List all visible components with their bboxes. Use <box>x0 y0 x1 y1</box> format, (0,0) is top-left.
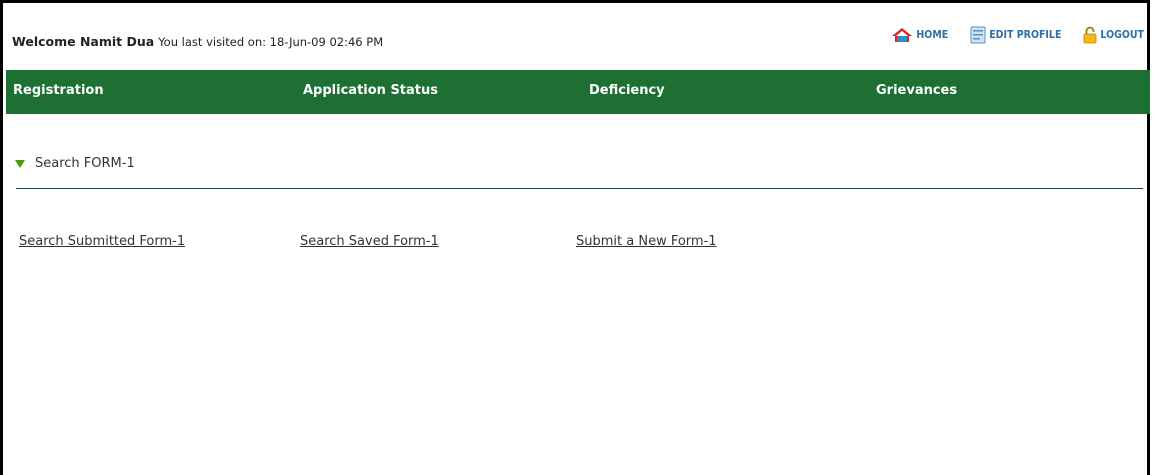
profile-card-icon <box>970 26 986 44</box>
nav-item-grievances[interactable]: Grievances <box>876 83 957 98</box>
welcome-message: Welcome Namit Dua You last visited on: 1… <box>12 34 383 49</box>
last-visited-text: You last visited on: 18-Jun-09 02:46 PM <box>158 35 384 49</box>
expand-triangle-icon <box>15 159 25 168</box>
nav-item-deficiency[interactable]: Deficiency <box>589 83 665 98</box>
search-saved-form-link[interactable]: Search Saved Form-1 <box>300 234 439 249</box>
welcome-user-name: Welcome Namit Dua <box>12 34 155 49</box>
home-label: HOME <box>916 29 949 41</box>
home-icon <box>891 27 913 43</box>
edit-profile-link[interactable]: EDIT PROFILE <box>970 26 1061 44</box>
header-links: HOME EDIT PROFILE LOGOUT <box>869 26 1144 44</box>
section-header[interactable]: Search FORM-1 <box>15 156 135 171</box>
section-title: Search FORM-1 <box>35 156 135 171</box>
edit-profile-label: EDIT PROFILE <box>989 29 1062 41</box>
search-submitted-form-link[interactable]: Search Submitted Form-1 <box>19 234 185 249</box>
nav-item-application-status[interactable]: Application Status <box>303 83 438 98</box>
main-nav-bar: Registration Application Status Deficien… <box>6 70 1150 114</box>
submit-new-form-link[interactable]: Submit a New Form-1 <box>576 234 717 249</box>
page-frame: Welcome Namit Dua You last visited on: 1… <box>0 0 1150 475</box>
padlock-icon <box>1083 26 1097 44</box>
nav-item-registration[interactable]: Registration <box>13 83 104 98</box>
logout-link[interactable]: LOGOUT <box>1083 26 1144 44</box>
logout-label: LOGOUT <box>1100 29 1144 41</box>
home-link[interactable]: HOME <box>891 27 948 43</box>
section-divider <box>16 188 1143 189</box>
top-bar: Welcome Namit Dua You last visited on: 1… <box>6 6 1150 70</box>
